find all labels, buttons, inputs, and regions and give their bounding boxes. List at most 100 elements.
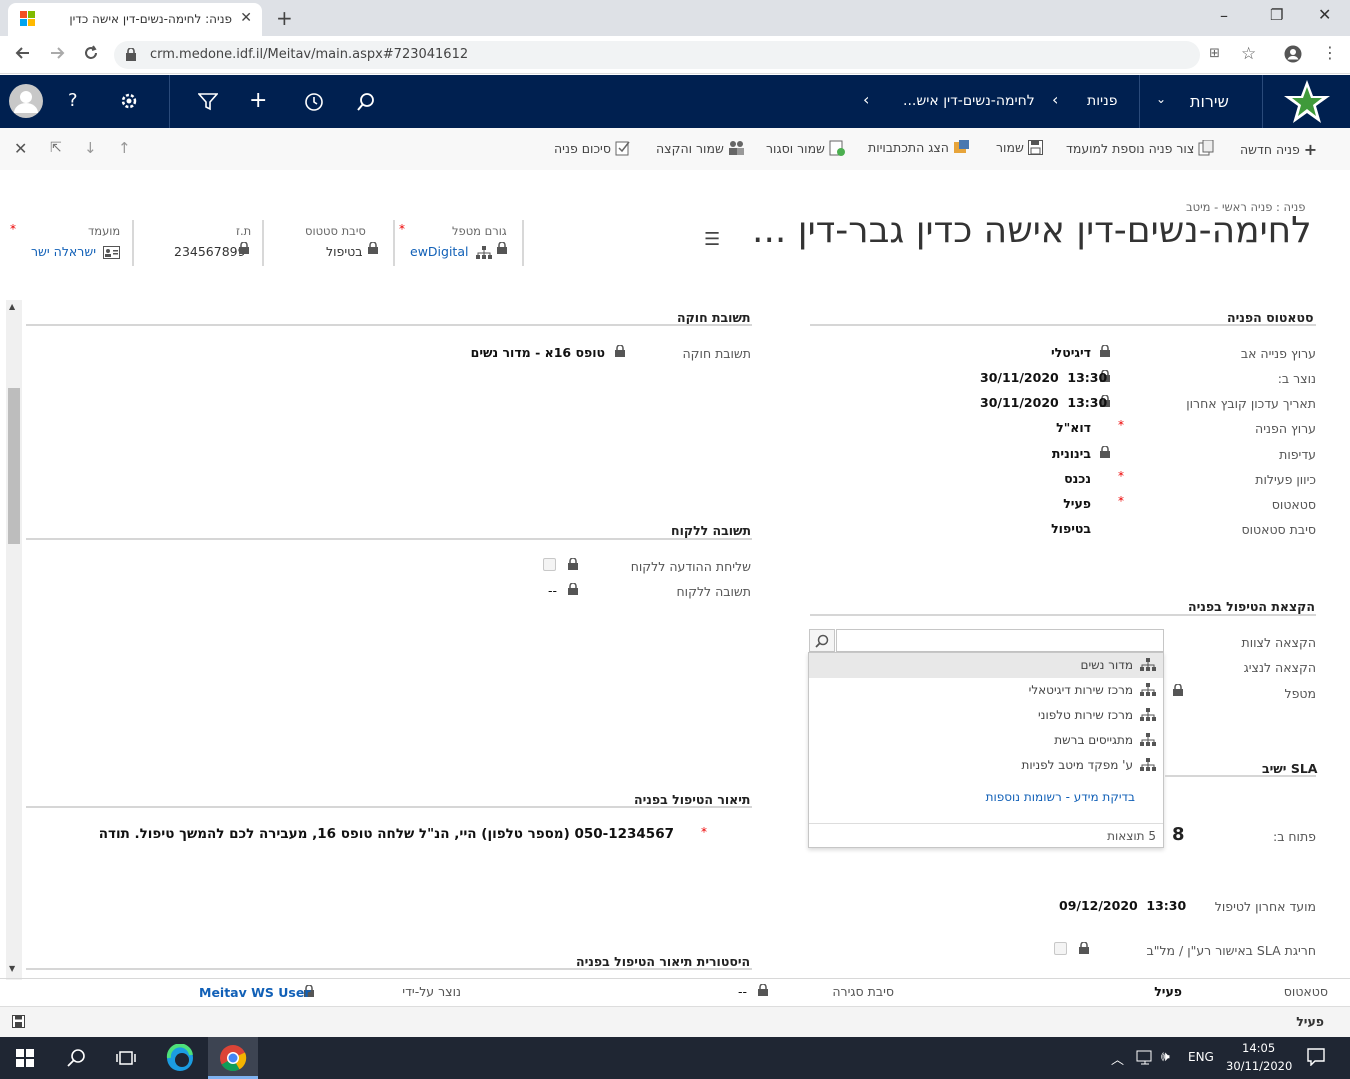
assign-team-lookup-input[interactable]	[836, 629, 1164, 652]
header-id-value: 234567899	[174, 244, 246, 259]
channel-value[interactable]: דוא"ל	[1056, 420, 1091, 435]
form-scrollbar[interactable]: ▲ ▼	[6, 300, 22, 980]
popout-icon[interactable]: ⇱	[50, 140, 62, 156]
help-icon[interactable]: ?	[68, 90, 78, 111]
last-update-value: 30/11/2020 13:30	[980, 395, 1108, 410]
scroll-up-icon[interactable]: ▲	[9, 302, 15, 311]
omnibox[interactable]: crm.medone.idf.il/Meitav/main.aspx#72304…	[114, 41, 1220, 69]
bookmark-star-icon[interactable]: ☆	[1241, 44, 1256, 64]
description-text[interactable]: 050-1234567 (מספר טלפון) היי, הנ"ל שלחה …	[99, 826, 674, 842]
maximize-button[interactable]: ❐	[1270, 6, 1283, 24]
close-window-button[interactable]: ✕	[1318, 5, 1331, 24]
footer-created-by-link[interactable]: Meitav WS User	[199, 985, 311, 1000]
lock-icon	[126, 48, 136, 61]
search-icon[interactable]	[356, 92, 376, 112]
volume-icon[interactable]: 🕪	[1161, 1049, 1170, 1065]
plus-icon: +	[1303, 140, 1318, 159]
area-dropdown-chevron-icon[interactable]: ⌄	[1156, 92, 1166, 106]
clock-date[interactable]: 30/11/2020	[1226, 1059, 1292, 1073]
profile-icon[interactable]	[1284, 45, 1302, 63]
new-case-button[interactable]: + פניה חדשה	[1240, 140, 1317, 159]
nav-back-chevron-icon[interactable]: ‹	[863, 90, 869, 109]
resolve-case-button[interactable]: סיכום פניה	[554, 140, 631, 156]
lookup-option[interactable]: מדור נשים	[809, 653, 1163, 678]
required-mark: *	[10, 222, 16, 236]
history-icon[interactable]	[304, 92, 324, 112]
save-assign-button[interactable]: שמור והקצה	[656, 140, 745, 156]
sla-breach-checkbox[interactable]	[1054, 942, 1067, 955]
header-candidate-label: מועמד	[88, 224, 121, 238]
tab-title: פניה: לחימה-נשים-דין אישה כדין	[69, 12, 232, 26]
lock-icon	[1100, 345, 1110, 357]
header-divider	[393, 220, 395, 266]
copy-case-icon	[1198, 140, 1214, 156]
notifications-icon[interactable]	[1307, 1048, 1325, 1066]
nav-area-label[interactable]: שירות	[1190, 92, 1229, 111]
save-button[interactable]: שמור	[996, 140, 1043, 155]
add-icon[interactable]: +	[249, 88, 267, 113]
section-divider	[810, 324, 1316, 326]
chrome-taskbar-button[interactable]	[208, 1037, 258, 1079]
status-value[interactable]: פעיל	[1063, 496, 1091, 511]
lookup-search-button[interactable]	[809, 629, 835, 652]
minimize-button[interactable]: –	[1220, 6, 1228, 25]
team-icon	[1140, 708, 1156, 722]
create-child-case-button[interactable]: צור פניה נוספת למועמד	[1066, 140, 1214, 156]
taskbar-search-icon[interactable]	[66, 1048, 86, 1068]
lookup-option[interactable]: מתגייסים ברשת	[809, 728, 1163, 753]
header-handler-label: גורם מטפל	[452, 224, 507, 238]
lookup-more-records-link[interactable]: בדיקת מידע - רשומות נוספות	[986, 790, 1135, 804]
forward-icon[interactable]	[48, 44, 66, 62]
header-divider	[132, 220, 134, 266]
save-close-button[interactable]: שמור וסגור	[766, 140, 845, 156]
lookup-option[interactable]: מרכז שירות דיגיטאלי	[809, 678, 1163, 703]
parent-channel-label: ערוץ פנייה אב	[1240, 346, 1316, 361]
gear-icon[interactable]	[119, 91, 139, 111]
reload-icon[interactable]	[82, 44, 100, 62]
previous-record-icon[interactable]: ↑	[118, 139, 131, 157]
scroll-thumb[interactable]	[8, 388, 20, 544]
edge-browser-icon[interactable]	[166, 1044, 194, 1072]
chrome-icon	[219, 1044, 247, 1072]
assignment-section-title: הקצאת הטיפול בפניה	[1188, 599, 1315, 614]
save-status-icon[interactable]	[12, 1015, 25, 1028]
translate-icon[interactable]: ⊞	[1209, 46, 1220, 61]
lock-icon	[568, 583, 578, 595]
show-correspondence-button[interactable]: הצג התכתבויות	[868, 140, 970, 155]
header-candidate-link[interactable]: ישראלה ישר	[12, 244, 96, 259]
required-mark: *	[701, 825, 707, 839]
lookup-option[interactable]: ע' מפקד מיטב לפניות	[809, 753, 1163, 778]
tray-chevron-icon[interactable]: ︿	[1111, 1049, 1124, 1068]
browser-tab[interactable]: פניה: לחימה-נשים-דין אישה כדין ✕	[8, 3, 262, 36]
network-icon[interactable]	[1136, 1050, 1154, 1066]
nav-entity-link[interactable]: פניות	[1087, 93, 1118, 109]
status-reason-value[interactable]: בטיפול	[1051, 521, 1091, 536]
windows-start-icon[interactable]	[16, 1049, 34, 1067]
nav-record-name[interactable]: לחימה-נשים-דין איש...	[903, 93, 1035, 109]
user-avatar-icon[interactable]	[8, 83, 44, 119]
new-tab-button[interactable]: +	[276, 6, 293, 30]
lock-icon	[568, 558, 578, 570]
clock-time[interactable]: 14:05	[1242, 1041, 1275, 1055]
header-menu-icon[interactable]: ☰	[704, 229, 720, 250]
lock-icon	[1100, 446, 1110, 458]
back-icon[interactable]	[14, 44, 32, 62]
ms-logo-icon	[20, 11, 36, 27]
assign-users-icon	[728, 140, 745, 156]
priority-value: בינונית	[1051, 446, 1091, 461]
language-indicator[interactable]: ENG	[1188, 1050, 1214, 1064]
task-view-icon[interactable]	[116, 1049, 136, 1067]
direction-value[interactable]: נכנס	[1064, 471, 1091, 486]
close-tab-icon[interactable]: ✕	[240, 10, 252, 26]
scroll-down-icon[interactable]: ▼	[9, 964, 15, 973]
close-record-icon[interactable]: ✕	[14, 139, 27, 158]
header-handler-link[interactable]: ewDigital	[410, 244, 468, 259]
send-message-checkbox[interactable]	[543, 558, 556, 571]
dropdown-divider	[809, 823, 1163, 824]
filter-icon[interactable]	[198, 93, 218, 111]
customer-reply-value: --	[548, 583, 558, 598]
nav-separator	[1139, 75, 1140, 128]
menu-kebab-icon[interactable]: ⋮	[1322, 43, 1338, 62]
next-record-icon[interactable]: ↓	[84, 139, 97, 157]
lookup-option[interactable]: מרכז שירות טלפוני	[809, 703, 1163, 728]
